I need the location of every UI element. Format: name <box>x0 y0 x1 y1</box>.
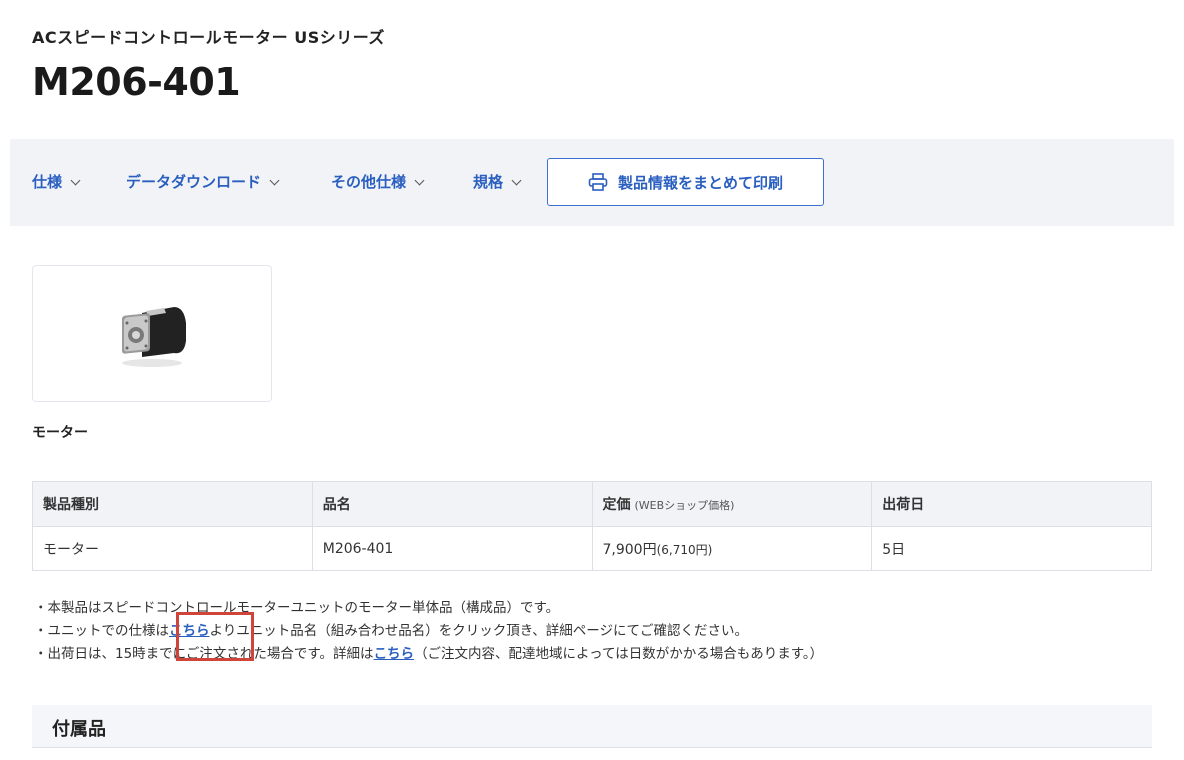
notes: ・本製品はスピードコントロールモーターユニットのモーター単体品（構成品）です。 … <box>34 597 823 666</box>
tab-label: データダウンロード <box>126 173 262 191</box>
chevron-down-icon <box>511 176 523 188</box>
series-title: ACスピードコントロールモーター USシリーズ <box>32 28 385 47</box>
unit-spec-link[interactable]: こちら <box>169 623 210 639</box>
header-type: 製品種別 <box>32 481 313 527</box>
tab-other-spec[interactable]: その他仕様 <box>331 171 426 192</box>
tab-label: その他仕様 <box>331 173 407 191</box>
chevron-down-icon <box>269 176 281 188</box>
product-table: 製品種別 品名 定価 (WEBショップ価格) 出荷日 モーター M206-401 … <box>32 481 1152 571</box>
note-text: よりユニット品名（組み合わせ品名）をクリック頂き、詳細ページにてご確認ください。 <box>209 623 749 639</box>
table-row: モーター M206-401 7,900円(6,710円) 5日 <box>32 526 1152 571</box>
header-ship: 出荷日 <box>871 481 1152 527</box>
cell-type: モーター <box>32 526 313 571</box>
motor-image <box>122 306 186 367</box>
cell-ship: 5日 <box>871 526 1152 571</box>
tab-standards[interactable]: 規格 <box>473 171 523 192</box>
chevron-down-icon <box>414 176 426 188</box>
note-text: （ご注文内容、配達地域によっては日数がかかる場合もあります。） <box>414 646 824 662</box>
price-value: 7,900円 <box>602 541 657 558</box>
chevron-down-icon <box>70 176 82 188</box>
printer-icon <box>588 173 608 191</box>
accessories-section: 付属品 <box>32 705 1152 748</box>
image-caption: モーター <box>32 425 88 441</box>
tab-spec[interactable]: 仕様 <box>32 171 82 192</box>
note-line-1: ・本製品はスピードコントロールモーターユニットのモーター単体品（構成品）です。 <box>34 600 560 616</box>
tab-data-download[interactable]: データダウンロード <box>126 171 281 192</box>
page-title: M206-401 <box>32 60 241 104</box>
note-line-2: ・ユニットでの仕様はこちらよりユニット品名（組み合わせ品名）をクリック頂き、詳細… <box>34 620 823 643</box>
product-image[interactable] <box>32 265 272 402</box>
web-price-value: (6,710円) <box>656 542 713 557</box>
note-line-3: ・出荷日は、15時までにご注文された場合です。詳細はこちら（ご注文内容、配達地域… <box>34 643 823 666</box>
note-text: ・ユニットでの仕様は <box>34 623 169 639</box>
table-header-row: 製品種別 品名 定価 (WEBショップ価格) 出荷日 <box>32 481 1152 527</box>
header-price-note: (WEBショップ価格) <box>634 499 735 512</box>
shipping-detail-link[interactable]: こちら <box>374 646 415 662</box>
cell-price: 7,900円(6,710円) <box>591 526 873 571</box>
tab-label: 規格 <box>473 173 504 191</box>
header-price: 定価 (WEBショップ価格) <box>591 481 873 527</box>
tab-label: 仕様 <box>32 173 63 191</box>
section-title: 付属品 <box>52 719 106 740</box>
header-name: 品名 <box>311 481 593 527</box>
cell-name: M206-401 <box>311 526 593 571</box>
header-price-label: 定価 <box>602 497 631 513</box>
print-button-label: 製品情報をまとめて印刷 <box>617 173 783 192</box>
print-all-button[interactable]: 製品情報をまとめて印刷 <box>547 158 824 206</box>
note-text: ・出荷日は、15時までにご注文された場合です。詳細は <box>34 646 374 662</box>
tab-bar: 仕様 データダウンロード その他仕様 規格 製品情報をまとめて印刷 <box>10 139 1174 226</box>
